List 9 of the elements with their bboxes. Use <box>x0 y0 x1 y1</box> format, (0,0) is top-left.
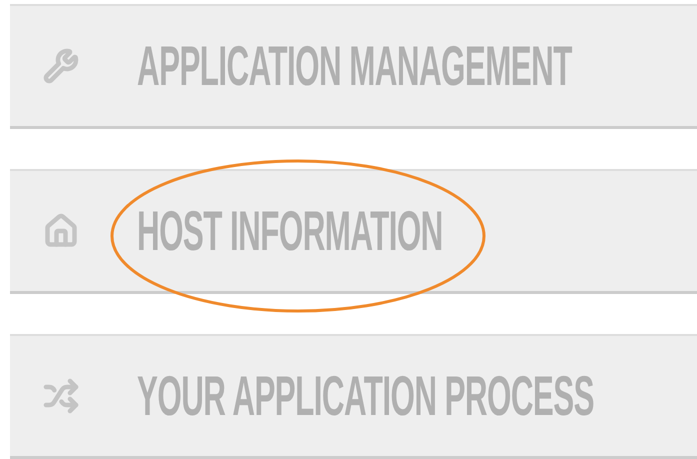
home-icon <box>43 213 79 249</box>
shuffle-icon <box>43 378 79 414</box>
wrench-icon <box>43 48 79 84</box>
menu-item-label: APPLICATION MANAGEMENT <box>137 38 572 94</box>
menu-item-label: HOST INFORMATION <box>137 203 443 259</box>
menu-item[interactable]: APPLICATION MANAGEMENT <box>10 4 697 129</box>
menu-item[interactable]: YOUR APPLICATION PROCESS <box>10 334 697 459</box>
menu-item[interactable]: HOST INFORMATION <box>10 169 697 294</box>
menu-item-label: YOUR APPLICATION PROCESS <box>137 368 594 424</box>
